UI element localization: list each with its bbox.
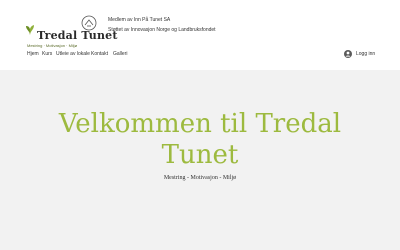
nav-item-hjem[interactable]: Hjem [27,49,39,59]
nav-item-utleie[interactable]: Utleie av lokale [56,49,90,59]
logo-tagline: Mestring · Motivasjon · Miljø [27,43,78,48]
nav-item-kurs[interactable]: Kurs [42,49,52,59]
hero-section: Velkommen til Tredal Tunet Mestring - Mo… [0,70,400,250]
member-text: Medlem av Inn På Tunet SA [108,17,171,23]
nav-item-galleri[interactable]: Galleri [113,49,127,59]
login-label: Logg inn [356,51,376,57]
site-logo[interactable]: Tredal Tunet Mestring · Motivasjon · Mil… [24,9,117,49]
user-avatar-icon [344,50,352,58]
support-text: Støttet av Innovasjon Norge og Landbruks… [108,27,216,33]
leaf-icon [26,25,34,35]
nav-item-kontakt[interactable]: Kontakt [91,49,108,59]
hero-subtitle: Mestring - Motivasjon - Miljø [163,175,237,181]
logo-title: Tredal Tunet [37,29,118,42]
hero-title: Velkommen til Tredal Tunet [58,109,342,170]
site-header: Tredal Tunet Mestring · Motivasjon · Mil… [0,0,400,62]
